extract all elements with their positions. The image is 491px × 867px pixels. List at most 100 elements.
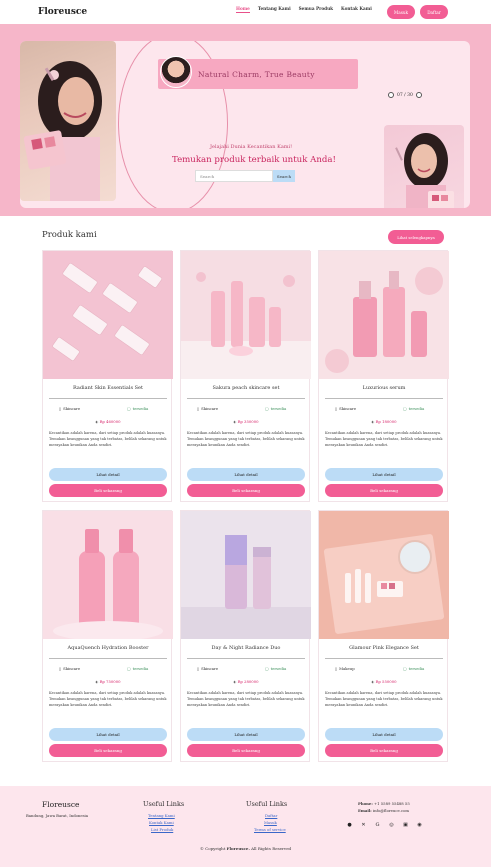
nav-contact[interactable]: Kontak Kami	[341, 6, 372, 13]
next-slide-button[interactable]	[415, 92, 422, 98]
footer-link-about[interactable]: Tentang Kami	[148, 813, 175, 818]
linkedin-icon[interactable]: ▣	[402, 821, 409, 828]
footer-link-register[interactable]: Daftar	[265, 813, 277, 818]
product-image[interactable]	[43, 511, 173, 639]
product-name: Glamour Pink Elegance Set	[349, 645, 419, 651]
product-description: Kecantikan adalah karena, dari setiap pr…	[187, 691, 305, 707]
email-value: info@floreuce.com	[372, 808, 409, 813]
facebook-icon[interactable]: ●	[346, 821, 353, 828]
instagram-icon[interactable]: ◎	[388, 821, 395, 828]
footer-link-login[interactable]: Masuk	[264, 820, 277, 825]
hero-title: Temukan produk terbaik untuk Anda!	[172, 155, 336, 165]
buy-now-button[interactable]: Beli sekarang	[49, 484, 167, 497]
footer-link-terms[interactable]: Terms of service	[254, 827, 286, 832]
product-card: Day & Night Radiance Duo ▯ Skincare ▢ tersed…	[180, 510, 311, 762]
product-price: ⬖ Rp 460000	[43, 419, 173, 424]
footer-link-contact[interactable]: Kontak Kami	[149, 820, 174, 825]
product-image[interactable]	[181, 511, 311, 639]
stock-text: tersedia	[132, 406, 149, 411]
tagline-text: Natural Charm, True Beauty	[198, 69, 315, 79]
stock-text: tersedia	[270, 406, 287, 411]
buy-now-button[interactable]: Beli sekarang	[325, 744, 443, 757]
view-detail-button[interactable]: Lihat detail	[325, 468, 443, 481]
product-description: Kecantikan adalah karena, dari setiap pr…	[187, 431, 305, 447]
view-detail-button[interactable]: Lihat detail	[187, 728, 305, 741]
stock-icon: ▢	[265, 666, 269, 671]
buy-now-button[interactable]: Beli sekarang	[187, 744, 305, 757]
product-card: AquaQuench Hydration Booster ▯ Skincare ▢ te…	[42, 510, 173, 762]
product-card: Radiant Skin Essentials Set ▯ Skincare ▢ ter…	[42, 250, 173, 502]
category-icon: ▯	[335, 406, 338, 411]
product-card: Sakura peach skincare set ▯ Skincare ▢ terse…	[180, 250, 311, 502]
category-text: Makeup	[339, 666, 355, 671]
view-detail-button[interactable]: Lihat detail	[325, 728, 443, 741]
product-category: ▯ Skincare	[59, 406, 80, 411]
footer: Floreusce Bandung, Jawa Barat, Indonesia…	[0, 786, 491, 867]
product-name: AquaQuench Hydration Booster	[67, 645, 149, 651]
nav-links: Home Tentang Kami Semua Produk Kontak Ka…	[236, 6, 372, 13]
product-category: ▯ Skincare	[59, 666, 80, 671]
footer-brand: Floreusce	[42, 800, 80, 809]
product-stock: ▢ tersedia	[127, 406, 148, 411]
search-button[interactable]: Search	[273, 170, 295, 182]
hero-section: Natural Charm, True Beauty 07 / 30 Jelaj…	[0, 24, 491, 216]
stock-text: tersedia	[408, 406, 425, 411]
price-text: Rp 460000	[99, 419, 121, 424]
product-name: Day & Night Radiance Duo	[211, 645, 281, 651]
product-image[interactable]	[43, 251, 173, 379]
category-icon: ▯	[197, 666, 200, 671]
category-text: Skincare	[63, 406, 81, 411]
twitter-icon[interactable]: ✕	[360, 821, 367, 828]
tagline-avatar	[160, 56, 192, 88]
hero-secondary-image	[384, 125, 464, 208]
stock-icon: ▢	[127, 406, 131, 411]
nav-about[interactable]: Tentang Kami	[258, 6, 291, 13]
prev-slide-button[interactable]	[388, 92, 394, 98]
nav-products[interactable]: Semua Produk	[299, 6, 333, 13]
card-divider	[49, 658, 167, 659]
buy-now-button[interactable]: Beli sekarang	[187, 484, 305, 497]
products-heading: Produk kami	[42, 230, 97, 240]
stock-icon: ▢	[403, 406, 407, 411]
navbar: Floreusce Home Tentang Kami Semua Produk…	[0, 0, 491, 24]
see-all-button[interactable]: Lihat selengkapnya	[388, 230, 444, 244]
stock-text: tersedia	[270, 666, 287, 671]
stock-icon: ▢	[265, 406, 269, 411]
product-image[interactable]	[181, 251, 311, 379]
price-text: Rp 350000	[237, 419, 259, 424]
product-stock: ▢ tersedia	[127, 666, 148, 671]
view-detail-button[interactable]: Lihat detail	[49, 728, 167, 741]
product-name: Luxurious serum	[362, 385, 406, 391]
product-image[interactable]	[319, 251, 449, 379]
product-image[interactable]	[319, 511, 449, 639]
product-description: Kecantikan adalah karena, dari setiap pr…	[49, 431, 167, 447]
brand-logo[interactable]: Floreusce	[38, 7, 87, 17]
stock-text: tersedia	[408, 666, 425, 671]
card-divider	[325, 658, 443, 659]
register-button[interactable]: Daftar	[420, 5, 448, 19]
phone-label: Phone:	[358, 801, 373, 806]
nav-home[interactable]: Home	[236, 6, 250, 13]
product-category: ▯ Makeup	[335, 666, 355, 671]
google-icon[interactable]: G	[374, 821, 381, 828]
view-detail-button[interactable]: Lihat detail	[187, 468, 305, 481]
buy-now-button[interactable]: Beli sekarang	[49, 744, 167, 757]
stock-icon: ▢	[403, 666, 407, 671]
product-price: ⬖ Rp 750000	[43, 679, 173, 684]
product-stock: ▢ tersedia	[265, 406, 286, 411]
view-detail-button[interactable]: Lihat detail	[49, 468, 167, 481]
product-price: ⬖ Rp 550000	[319, 679, 449, 684]
slide-counter: 07 / 30	[388, 92, 422, 98]
login-button[interactable]: Masuk	[387, 5, 415, 19]
product-card: Luxurious serum ▯ Skincare ▢ tersedia ⬖ Rp 18…	[318, 250, 449, 502]
footer-link-products[interactable]: List Produk	[151, 827, 173, 832]
category-text: Skincare	[339, 406, 357, 411]
footer-links-title-2: Useful Links	[246, 800, 288, 808]
search-input[interactable]: Search	[195, 170, 273, 182]
buy-now-button[interactable]: Beli sekarang	[325, 484, 443, 497]
github-icon[interactable]: ◉	[416, 821, 423, 828]
price-text: Rp 550000	[375, 679, 397, 684]
copyright-prefix: © Copyright	[199, 846, 226, 851]
card-divider	[49, 398, 167, 399]
hero-subtitle: Jelajahi Dunia Kecantikan Kami!	[210, 144, 293, 150]
